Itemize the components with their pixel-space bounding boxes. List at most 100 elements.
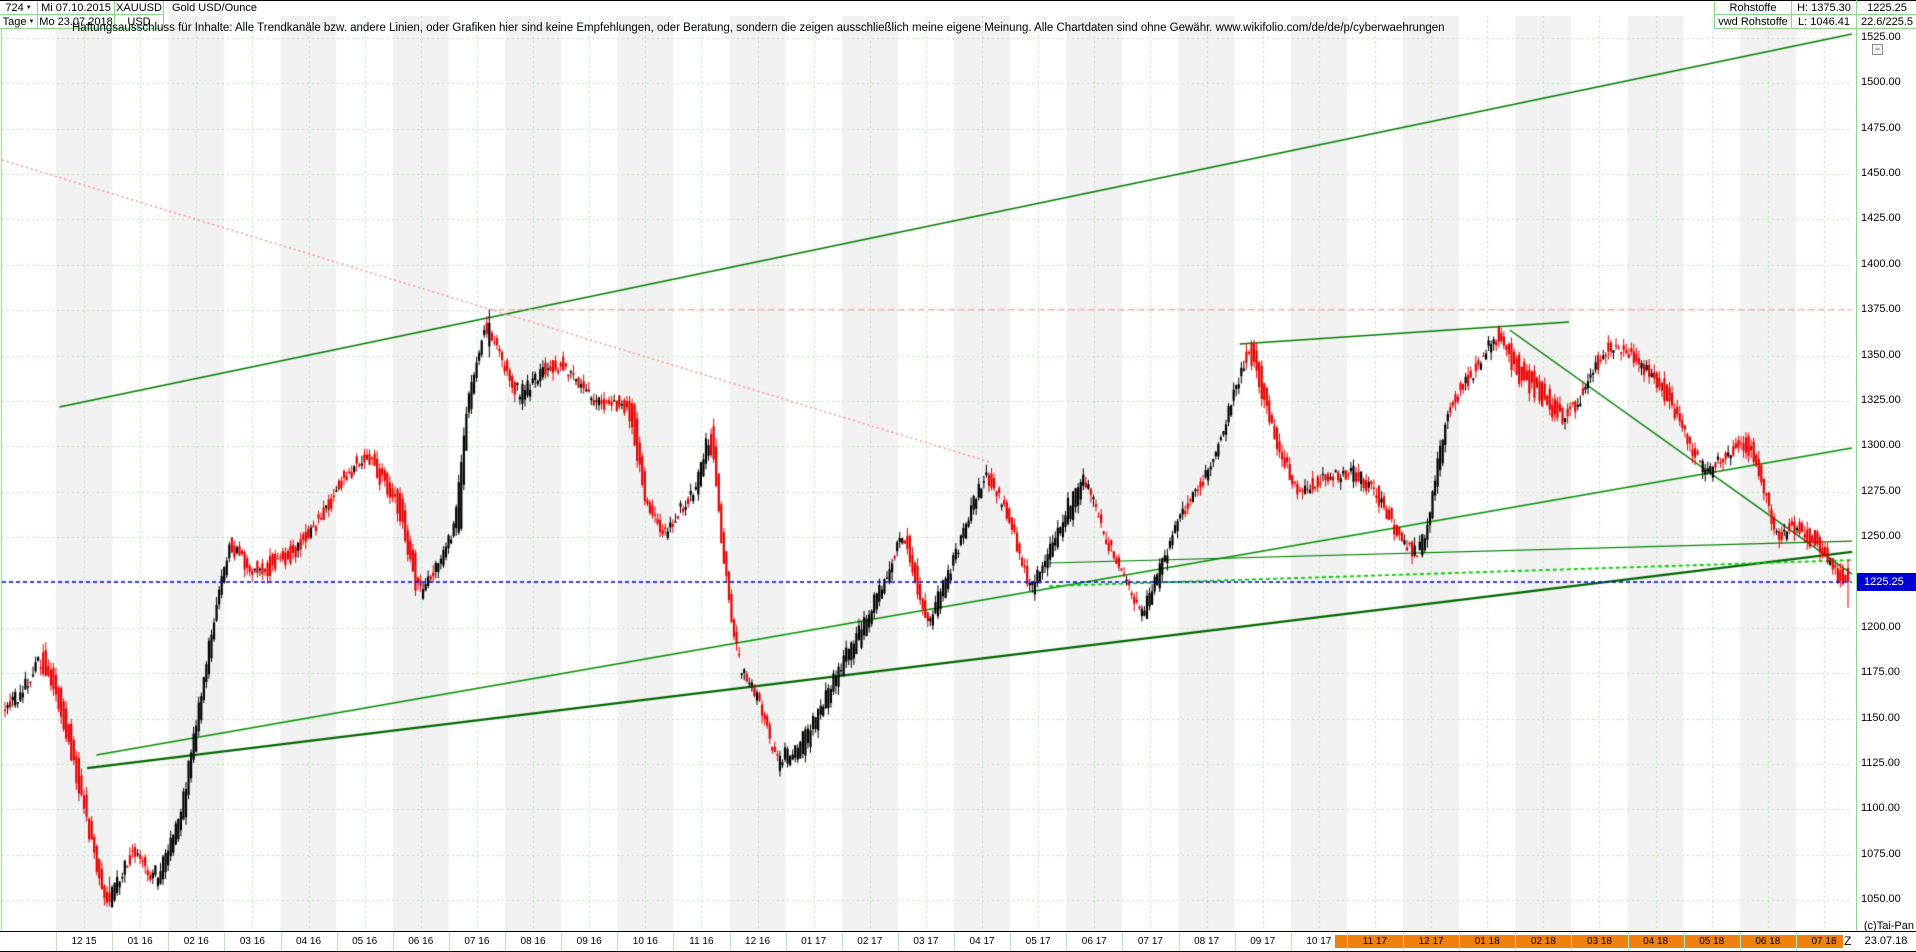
y-axis-label: 1500.00	[1861, 76, 1901, 89]
x-axis-label: 12 16	[745, 936, 771, 947]
x-axis-label: 01 18	[1474, 936, 1500, 947]
x-axis-label: 12 15	[71, 936, 97, 947]
x-axis-tick	[897, 932, 899, 951]
x-axis-tick	[1178, 932, 1180, 951]
bars-count-dropdown[interactable]: 724 ▼	[0, 1, 38, 15]
x-axis-label: 05 16	[352, 936, 378, 947]
x-axis-tick	[1571, 932, 1573, 951]
x-axis-tick	[1796, 932, 1797, 951]
x-axis-label: 11 16	[689, 936, 714, 947]
x-axis-tick	[561, 932, 563, 951]
y-axis-label: 1075.00	[1861, 847, 1901, 860]
axis-separator	[1856, 0, 1857, 952]
x-axis-label: 03 16	[239, 936, 265, 947]
x-axis-tick	[505, 932, 507, 951]
x-axis-label: 11 17	[1362, 936, 1388, 947]
chevron-down-icon: ▼	[25, 5, 32, 11]
y-axis-label: 1050.00	[1861, 893, 1901, 905]
x-axis-label: 05 17	[1025, 936, 1051, 947]
change-label: 22.6/225.5	[1857, 15, 1916, 29]
period-high-label: H: 1375.30	[1792, 1, 1857, 15]
x-axis-tick	[1290, 932, 1292, 951]
y-axis-label: 1325.00	[1861, 393, 1901, 406]
x-axis-tick	[1739, 932, 1741, 951]
y-axis-label: 1400.00	[1861, 257, 1901, 270]
x-axis-tick	[785, 932, 787, 951]
x-axis-tick	[224, 932, 226, 951]
x-axis-label: 03 18	[1586, 936, 1612, 947]
y-axis-label: 1100.00	[1861, 802, 1900, 815]
symbol-field[interactable]: XAUUSD	[115, 1, 164, 15]
x-axis-label: 07 17	[1137, 936, 1163, 947]
header-row-1: 724 ▼ Mi 07.10.2015 XAUUSD	[0, 1, 164, 15]
y-axis-label: 1475.00	[1861, 121, 1901, 134]
x-axis-tick	[56, 932, 57, 951]
y-axis-label: 1200.00	[1861, 620, 1901, 633]
price-chart-canvas[interactable]	[0, 0, 1916, 952]
x-axis-tick	[617, 932, 619, 951]
x-axis-label: 02 16	[183, 936, 209, 947]
x-axis-label: 06 16	[408, 936, 434, 947]
x-axis-label: 01 17	[801, 936, 827, 947]
x-axis-tick	[1403, 932, 1405, 951]
zoom-marker: Z	[1844, 934, 1852, 948]
y-axis-label: 1450.00	[1861, 167, 1901, 180]
x-axis-label: 09 17	[1250, 936, 1276, 947]
date-start-field[interactable]: Mi 07.10.2015	[38, 1, 115, 15]
x-axis-tick	[1122, 932, 1124, 951]
x-axis-label: 07 16	[464, 936, 490, 947]
x-axis-tick	[673, 932, 675, 951]
x-axis-label: 10 17	[1306, 936, 1332, 947]
period-dropdown[interactable]: Tage ▼	[0, 15, 38, 29]
source-label: vwd Rohstoffe	[1715, 15, 1792, 29]
x-axis-label: 04 18	[1643, 936, 1669, 947]
last-price-badge: 1225.25	[1857, 572, 1916, 591]
x-axis-label: 03 17	[913, 936, 939, 947]
info-box-row-2: vwd Rohstoffe L: 1046.41 22.6/225.5	[1714, 15, 1916, 29]
x-axis-label: 06 17	[1081, 936, 1107, 947]
x-axis-tick	[448, 932, 450, 951]
x-axis-label: 05 18	[1699, 936, 1725, 947]
x-axis-tick	[1515, 932, 1517, 951]
y-axis-label: 1300.00	[1861, 439, 1901, 452]
x-axis-label: 09 16	[576, 936, 602, 947]
x-axis-label: 07 18	[1811, 936, 1837, 947]
x-axis-tick	[729, 932, 731, 951]
x-axis-tick	[954, 932, 956, 951]
x-axis-label: 08 17	[1194, 936, 1220, 947]
x-axis-label: 06 18	[1755, 936, 1781, 947]
x-axis-tick	[1627, 932, 1629, 951]
x-axis-tick	[1010, 932, 1012, 951]
disclaimer-text: Haftungsausschluss für Inhalte: Alle Tre…	[72, 22, 1445, 34]
chevron-down-icon: ▼	[28, 19, 35, 25]
x-axis-label: 01 16	[127, 936, 153, 947]
x-axis-label: 04 17	[969, 936, 995, 947]
y-axis-label: 1375.00	[1861, 303, 1901, 316]
y-axis-label: 1425.00	[1861, 212, 1901, 225]
y-axis-label: 1150.00	[1861, 711, 1900, 724]
x-axis-label: 04 16	[296, 936, 322, 947]
collapse-icon[interactable]: −	[1872, 44, 1883, 55]
x-axis-tick	[841, 932, 843, 951]
x-axis-tick	[1683, 932, 1685, 951]
x-axis-tick	[1346, 932, 1348, 951]
y-axis-label: 1275.00	[1861, 484, 1901, 497]
y-axis-label: 1175.00	[1861, 666, 1900, 679]
x-axis-tick	[1459, 932, 1461, 951]
x-axis-label: 12 17	[1418, 936, 1444, 947]
x-axis-tick	[112, 932, 114, 951]
info-box-row-1: Rohstoffe H: 1375.30 1225.25	[1714, 1, 1916, 15]
top-border	[0, 0, 1916, 1]
x-axis-tick	[168, 932, 170, 951]
x-axis-tick	[1066, 932, 1068, 951]
instrument-title: Gold USD/Ounce	[168, 1, 261, 15]
y-axis-label: 1525.00	[1861, 31, 1901, 43]
period-low-label: L: 1046.41	[1792, 15, 1857, 29]
y-axis-label: 1350.00	[1861, 348, 1901, 361]
x-axis-label: 02 17	[857, 936, 883, 947]
x-axis[interactable]: 12 15 01 16 02 16 03 16 04 16 05 16 06 16 07 16…	[0, 932, 1916, 952]
x-axis-label: 10 16	[632, 936, 658, 947]
x-axis-tick	[392, 932, 394, 951]
x-axis-tick	[280, 932, 282, 951]
category-label: Rohstoffe	[1715, 1, 1792, 15]
